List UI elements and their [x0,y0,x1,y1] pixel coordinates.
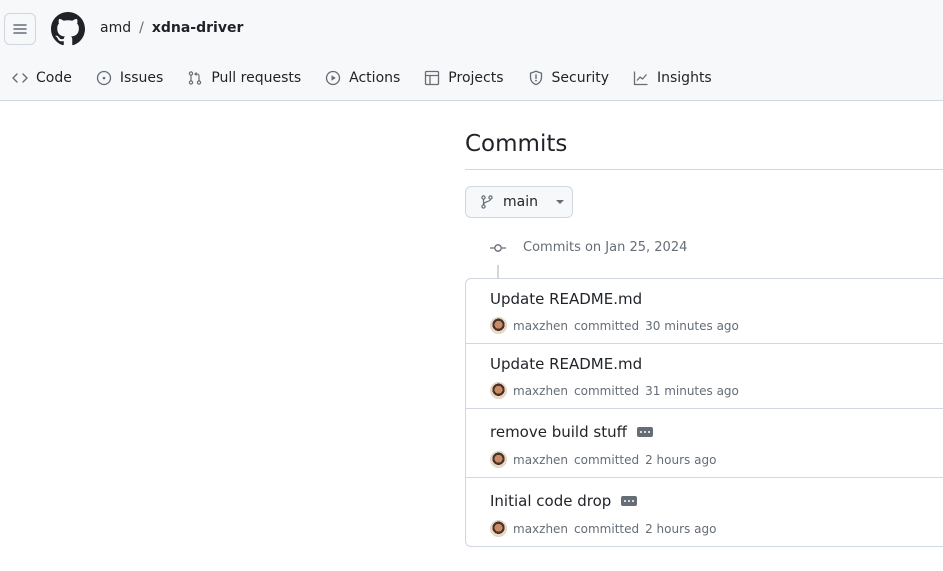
commit-row: Initial code drop maxzhen committed 2 ho… [466,478,943,546]
chevron-down-icon [555,200,564,204]
pull-request-icon [189,71,202,85]
hamburger-icon [13,24,27,34]
tab-label: Issues [119,70,164,86]
breadcrumb-separator: / [139,20,144,36]
avatar[interactable] [490,451,507,468]
commit-row: Update README.md maxzhen committed 30 mi… [466,279,943,344]
issue-icon [96,70,111,86]
tab-code[interactable]: Code [0,64,84,92]
avatar[interactable] [490,382,507,399]
owner-link[interactable]: amd [100,20,131,36]
avatar[interactable] [490,520,507,537]
tab-label: Projects [448,70,504,86]
commit-icon [490,243,506,252]
repo-link[interactable]: xdna-driver [152,20,244,36]
tab-actions[interactable]: Actions [313,64,412,92]
tab-label: Insights [657,70,712,86]
breadcrumb: amd / xdna-driver [100,20,243,36]
tab-issues[interactable]: Issues [84,64,176,92]
branch-icon [481,195,493,209]
commit-row: remove build stuff maxzhen committed 2 h… [466,409,943,478]
timeline-line [497,265,499,279]
title-divider [465,169,943,170]
tab-label: Security [551,70,610,86]
tab-pull-requests[interactable]: Pull requests [175,64,313,92]
commit-action: committed [574,452,640,467]
avatar[interactable] [490,317,507,334]
commit-message[interactable]: Update README.md [490,290,642,308]
commit-author[interactable]: maxzhen [513,384,568,398]
commit-action: committed [574,383,640,398]
commit-author[interactable]: maxzhen [513,453,568,467]
commit-message[interactable]: Initial code drop [490,492,611,510]
commit-time: 31 minutes ago [645,383,739,398]
commit-author[interactable]: maxzhen [513,319,568,333]
ellipsis-expander-icon[interactable] [621,496,638,506]
commit-message[interactable]: remove build stuff [490,423,627,441]
ellipsis-expander-icon[interactable] [636,427,653,437]
graph-icon [633,71,648,86]
date-heading: Commits on Jan 25, 2024 [523,240,688,255]
commit-list: Update README.md maxzhen committed 30 mi… [465,278,943,547]
branch-name: main [503,194,538,210]
tab-projects[interactable]: Projects [412,64,515,92]
commit-date-group: Commits on Jan 25, 2024 [489,240,687,255]
page-title: Commits [465,131,568,157]
github-logo-icon[interactable] [51,12,85,46]
commit-action: committed [574,318,640,333]
repo-header: amd / xdna-driver Code Issues Pull reque… [0,0,943,101]
tab-label: Actions [349,70,401,86]
commit-message[interactable]: Update README.md [490,355,642,373]
shield-icon [529,70,542,86]
commit-time: 30 minutes ago [645,318,739,333]
tab-security[interactable]: Security [516,64,622,92]
repo-tabs: Code Issues Pull requests Actions Projec… [0,64,724,92]
menu-button[interactable] [4,13,36,45]
commit-row: Update README.md maxzhen committed 31 mi… [466,344,943,409]
tab-insights[interactable]: Insights [621,64,724,92]
commit-action: committed [574,521,640,536]
tab-label: Pull requests [211,70,302,86]
play-icon [326,70,341,86]
tab-label: Code [36,70,72,86]
table-icon [425,70,440,86]
code-icon [12,73,28,83]
commit-time: 2 hours ago [645,521,717,536]
commit-time: 2 hours ago [645,452,717,467]
commit-author[interactable]: maxzhen [513,522,568,536]
branch-selector[interactable]: main [465,186,573,218]
